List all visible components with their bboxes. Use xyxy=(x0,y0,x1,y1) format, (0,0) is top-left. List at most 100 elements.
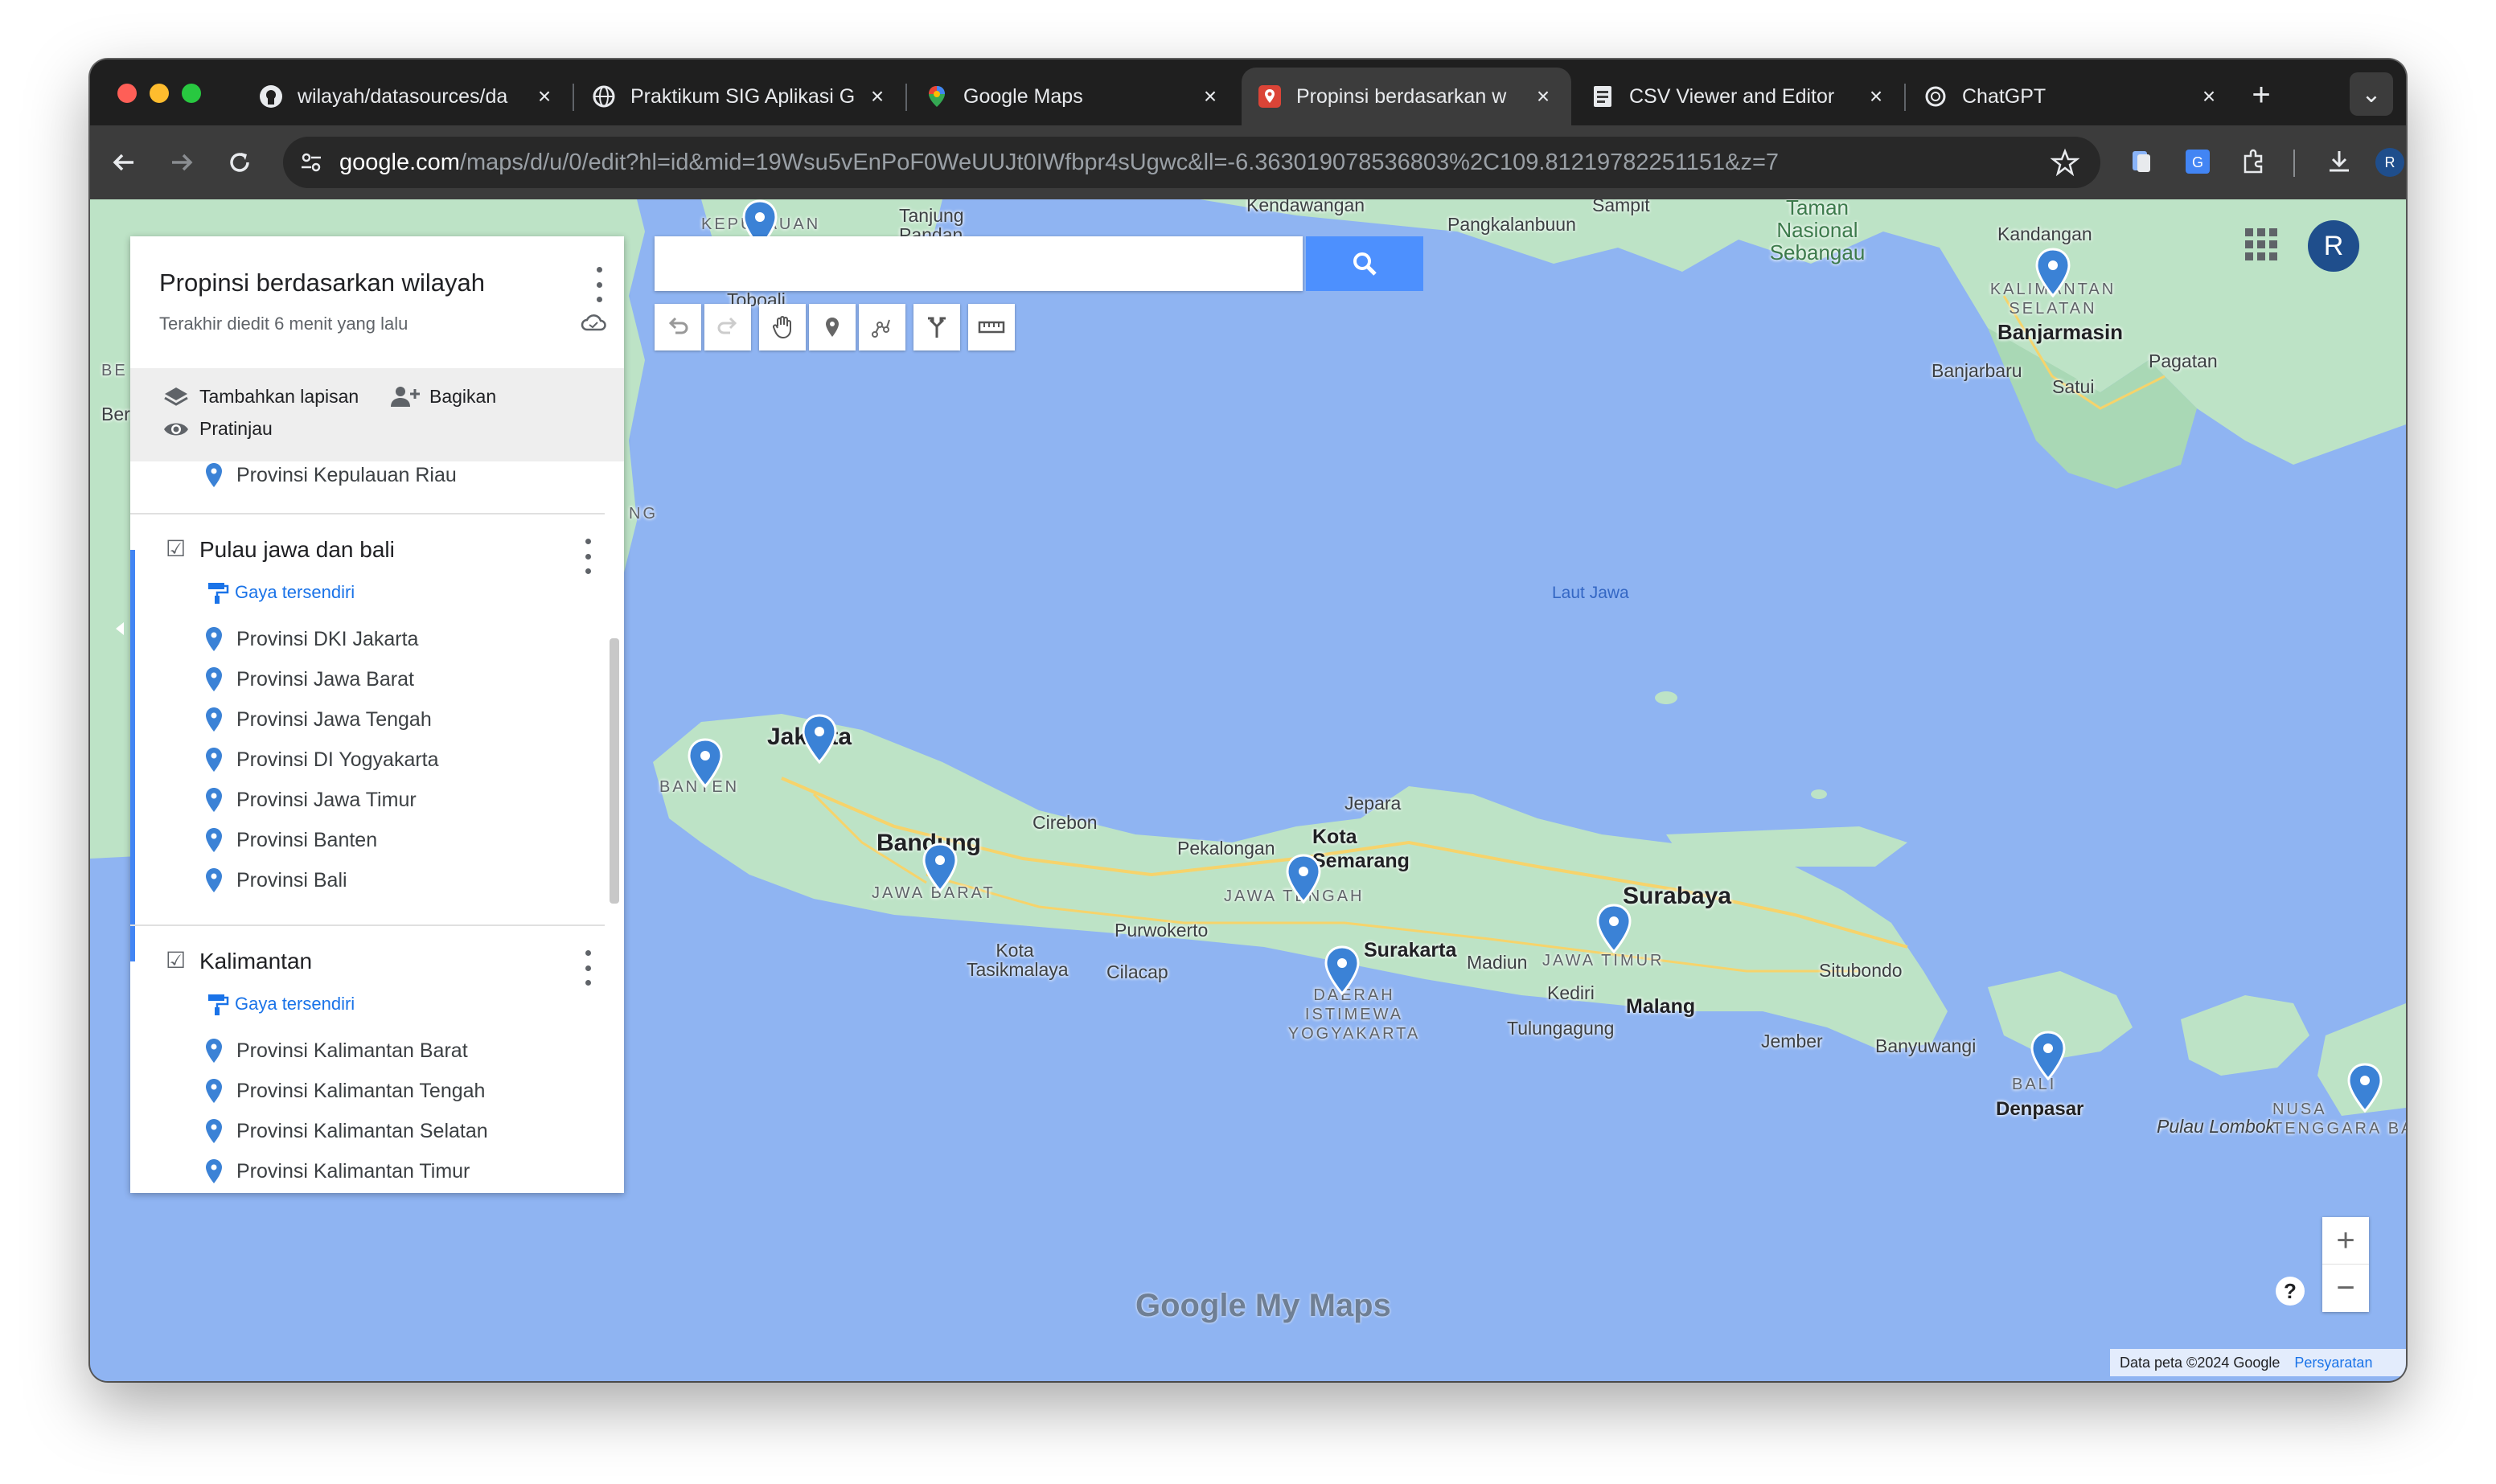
list-item[interactable]: Provinsi Kepulauan Riau xyxy=(203,461,457,489)
tab-csv-viewer[interactable]: CSV Viewer and Editor × xyxy=(1574,68,1904,125)
marker-icon xyxy=(206,748,222,772)
document-icon xyxy=(1591,84,1615,109)
list-item[interactable]: Provinsi Banten xyxy=(203,826,377,854)
extension-icon[interactable] xyxy=(2128,148,2155,175)
terms-link[interactable]: Persyaratan xyxy=(2294,1355,2372,1371)
marker-icon xyxy=(206,868,222,892)
marker-icon xyxy=(206,1159,222,1183)
download-icon[interactable] xyxy=(2326,148,2353,175)
map-pin-kalimantan-selatan[interactable] xyxy=(2034,248,2071,297)
map-pin-banten[interactable] xyxy=(687,738,724,788)
tab-my-maps[interactable]: Propinsi berdasarkan w × xyxy=(1242,68,1571,125)
tab-title: Praktikum SIG Aplikasi G xyxy=(630,84,856,108)
bookmark-star-icon[interactable] xyxy=(2050,148,2080,183)
profile-avatar[interactable]: R xyxy=(2375,148,2404,177)
list-item-label: Provinsi Kalimantan Timur xyxy=(236,1159,470,1183)
new-tab-button[interactable]: + xyxy=(2240,74,2282,116)
map-label: Situbondo xyxy=(1819,960,1903,981)
forward-button[interactable] xyxy=(161,141,203,183)
map-title[interactable]: Propinsi berdasarkan wilayah xyxy=(159,269,485,297)
layer-style-link[interactable]: Gaya tersendiri xyxy=(206,992,355,1016)
reload-button[interactable] xyxy=(219,141,261,183)
layer-divider xyxy=(130,924,605,926)
close-icon[interactable]: × xyxy=(1198,84,1222,109)
map-pin-ntb[interactable] xyxy=(2346,1063,2383,1113)
search-button[interactable] xyxy=(1306,236,1423,291)
map-options-icon[interactable] xyxy=(587,267,611,302)
puzzle-icon[interactable] xyxy=(2240,148,2268,175)
layer-name[interactable]: Pulau jawa dan bali xyxy=(199,537,395,563)
add-marker-button[interactable] xyxy=(809,304,856,351)
draw-line-icon xyxy=(872,319,890,338)
preview-button[interactable]: Pratinjau xyxy=(162,418,273,440)
site-settings-icon[interactable] xyxy=(283,150,339,175)
browser-toolbar: google.com/maps/d/u/0/edit?hl=id&mid=19W… xyxy=(90,125,2406,199)
collapse-panel-icon[interactable] xyxy=(116,622,124,635)
close-icon[interactable]: × xyxy=(1864,84,1888,109)
undo-button[interactable] xyxy=(655,304,701,351)
list-item[interactable]: Provinsi Jawa Timur xyxy=(203,786,417,814)
add-layer-button[interactable]: Tambahkan lapisan xyxy=(162,384,359,408)
layer-options-icon[interactable] xyxy=(576,539,600,574)
tab-github[interactable]: wilayah/datasources/da × xyxy=(243,68,573,125)
list-item[interactable]: Provinsi Kalimantan Selatan xyxy=(203,1117,488,1145)
map-pin-jawa-tengah[interactable] xyxy=(1285,854,1322,904)
address-bar[interactable]: google.com/maps/d/u/0/edit?hl=id&mid=19W… xyxy=(283,137,2100,188)
select-items-button[interactable] xyxy=(759,304,806,351)
map-pin-di-yogyakarta[interactable] xyxy=(1324,945,1361,995)
redo-button[interactable] xyxy=(704,304,751,351)
marker-icon xyxy=(826,318,839,337)
zoom-in-button[interactable]: + xyxy=(2322,1217,2369,1265)
panel-scrollbar[interactable] xyxy=(610,638,619,904)
close-icon[interactable]: × xyxy=(1531,84,1555,109)
layer-name[interactable]: Kalimantan xyxy=(199,949,312,974)
tab-google-maps[interactable]: Google Maps × xyxy=(909,68,1238,125)
list-item[interactable]: Provinsi Bali xyxy=(203,867,347,894)
map-pin-jawa-timur[interactable] xyxy=(1595,904,1632,953)
marker-icon xyxy=(206,1119,222,1143)
list-item[interactable]: Provinsi Kalimantan Barat xyxy=(203,1037,468,1064)
back-button[interactable] xyxy=(103,141,145,183)
account-avatar[interactable]: R xyxy=(2308,220,2359,272)
layer-checkbox[interactable]: ☑ xyxy=(166,538,187,560)
list-item[interactable]: Provinsi Kalimantan Tengah xyxy=(203,1077,485,1105)
help-button[interactable]: ? xyxy=(2276,1277,2305,1306)
list-item[interactable]: Provinsi Kalimantan Timur xyxy=(203,1158,470,1185)
map-search-input[interactable] xyxy=(655,236,1303,291)
google-apps-icon[interactable] xyxy=(2245,228,2277,260)
draw-line-button[interactable] xyxy=(859,304,905,351)
add-directions-button[interactable] xyxy=(913,304,960,351)
list-item[interactable]: Provinsi Jawa Barat xyxy=(203,666,414,693)
layer-style-link[interactable]: Gaya tersendiri xyxy=(206,580,355,605)
last-edited-text: Terakhir diedit 6 menit yang lalu xyxy=(159,314,408,334)
zoom-window-button[interactable] xyxy=(182,84,201,103)
map-canvas[interactable]: KEPULAUAN Tanjung Pandan Toboali Kendawa… xyxy=(90,199,2406,1381)
tab-title: wilayah/datasources/da xyxy=(298,84,508,108)
list-item[interactable]: Provinsi DKI Jakarta xyxy=(203,625,418,653)
directions-icon xyxy=(928,317,946,338)
layer-checkbox[interactable]: ☑ xyxy=(166,949,187,972)
map-pin-bali[interactable] xyxy=(2030,1031,2067,1080)
tab-strip: wilayah/datasources/da × Praktikum SIG A… xyxy=(90,59,2406,125)
tab-praktikum[interactable]: Praktikum SIG Aplikasi G × xyxy=(576,68,905,125)
close-window-button[interactable] xyxy=(117,84,137,103)
close-icon[interactable]: × xyxy=(532,84,556,109)
measure-button[interactable] xyxy=(968,304,1015,351)
tab-chatgpt[interactable]: ChatGPT × xyxy=(1907,68,2237,125)
toolbar-divider xyxy=(2293,150,2295,177)
openai-icon xyxy=(1923,84,1948,109)
close-icon[interactable]: × xyxy=(2197,84,2221,109)
map-pin-jawa-barat[interactable] xyxy=(922,842,959,892)
layer-options-icon[interactable] xyxy=(576,950,600,986)
list-item[interactable]: Provinsi Jawa Tengah xyxy=(203,706,432,733)
minimize-window-button[interactable] xyxy=(150,84,169,103)
translate-icon[interactable]: G xyxy=(2184,148,2211,175)
list-item[interactable]: Provinsi DI Yogyakarta xyxy=(203,746,439,773)
share-button[interactable]: Bagikan xyxy=(389,384,496,408)
zoom-out-button[interactable]: − xyxy=(2322,1265,2369,1311)
map-pin-dki-jakarta[interactable] xyxy=(801,714,838,764)
map-label: Jepara xyxy=(1344,793,1402,814)
tab-search-button[interactable]: ⌄ xyxy=(2350,72,2393,116)
list-item-label: Provinsi Jawa Barat xyxy=(236,667,414,691)
close-icon[interactable]: × xyxy=(865,84,889,109)
